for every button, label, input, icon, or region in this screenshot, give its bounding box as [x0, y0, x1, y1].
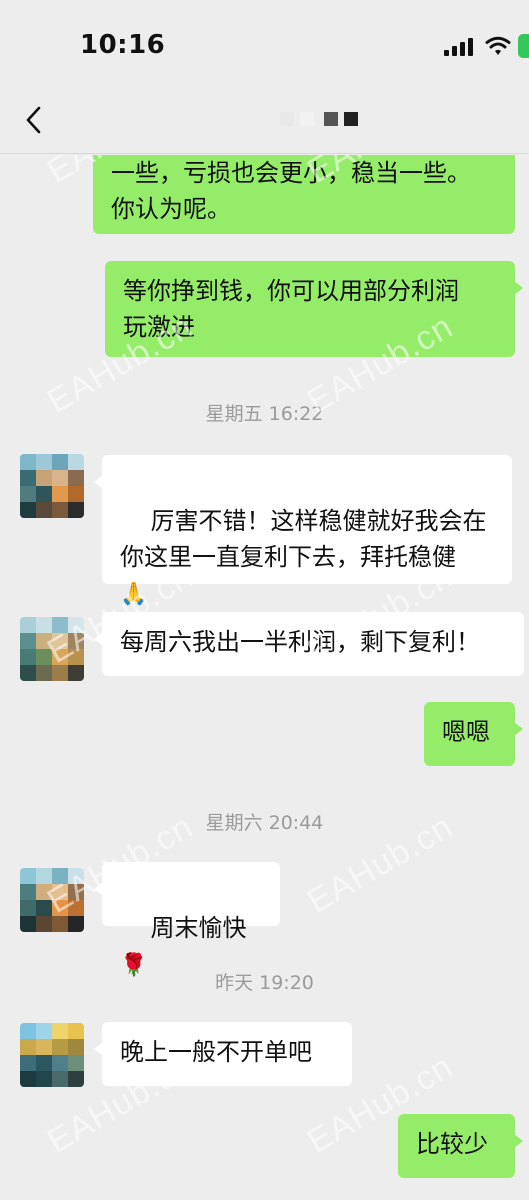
- timestamp-divider: 昨天 19:20: [215, 972, 314, 994]
- back-chevron-icon[interactable]: [22, 104, 46, 136]
- pray-emoji-icon: 🙏: [120, 582, 148, 607]
- chat-header: [0, 90, 529, 154]
- status-time: 10:16: [80, 30, 166, 60]
- chat-message-list[interactable]: 一些，亏损也会更小，稳当一些。 你认为呢。 等你挣到钱，你可以用部分利润 玩激进…: [0, 155, 529, 1200]
- message-bubble-incoming[interactable]: 晚上一般不开单吧: [94, 1022, 352, 1086]
- status-bar: 10:16: [0, 0, 529, 90]
- contact-avatar[interactable]: [20, 1023, 84, 1087]
- contact-name-blurred: [280, 112, 370, 132]
- message-bubble-incoming[interactable]: 周末愉快🌹: [94, 862, 280, 978]
- battery-icon: [518, 34, 529, 58]
- timestamp-divider: 星期六 20:44: [205, 812, 324, 834]
- contact-avatar[interactable]: [20, 868, 84, 932]
- message-text: 周末愉快: [150, 914, 247, 942]
- message-bubble-outgoing[interactable]: 等你挣到钱，你可以用部分利润 玩激进: [105, 261, 523, 357]
- message-text: 厉害不错！这样稳健就好我会在 你这里一直复利下去，拜托稳健: [120, 507, 487, 571]
- wifi-icon: [485, 36, 511, 55]
- cellular-signal-icon: [444, 38, 474, 56]
- message-bubble-outgoing[interactable]: 一些，亏损也会更小，稳当一些。 你认为呢。: [93, 155, 515, 234]
- message-bubble-outgoing[interactable]: 比较少: [398, 1114, 523, 1178]
- message-bubble-incoming[interactable]: 厉害不错！这样稳健就好我会在 你这里一直复利下去，拜托稳健 🙏: [94, 455, 512, 607]
- timestamp-divider: 星期五 16:22: [205, 403, 324, 425]
- message-bubble-incoming[interactable]: 每周六我出一半利润，剩下复利！: [94, 612, 524, 676]
- contact-avatar[interactable]: [20, 454, 84, 518]
- message-bubble-outgoing[interactable]: 嗯嗯: [424, 702, 523, 766]
- contact-avatar[interactable]: [20, 617, 84, 681]
